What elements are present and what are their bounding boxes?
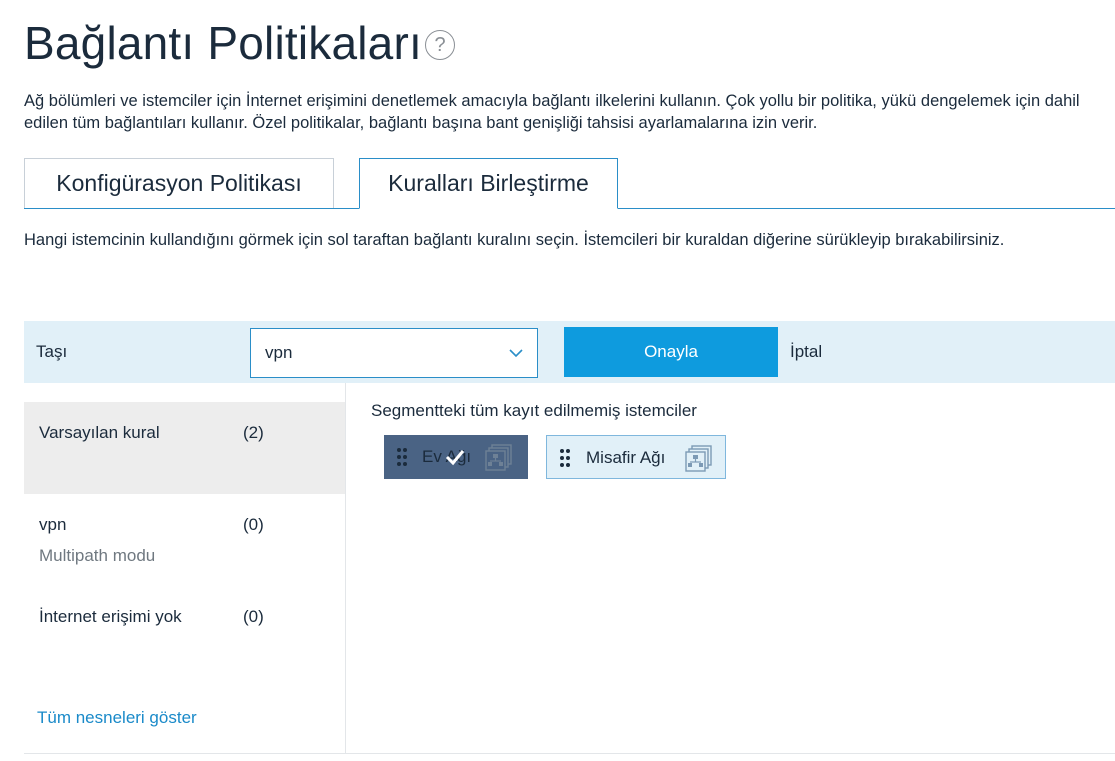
segment-title: Segmentteki tüm kayıt edilmemiş istemcil… bbox=[371, 401, 697, 420]
rule-select-value: vpn bbox=[265, 343, 293, 362]
rule-count: (0) bbox=[243, 515, 264, 534]
rule-count: (2) bbox=[243, 423, 264, 442]
network-icon bbox=[485, 444, 512, 471]
instructions-text: Hangi istemcinin kullandığını görmek içi… bbox=[24, 231, 1005, 249]
page-description: Ağ bölümleri ve istemciler için İnternet… bbox=[24, 92, 1080, 132]
rule-subtitle: Multipath modu bbox=[39, 546, 156, 565]
rule-name: İnternet erişimi yok bbox=[39, 607, 182, 626]
show-all-link[interactable]: Tüm nesneleri göster bbox=[37, 708, 197, 728]
tab-configuration-policy[interactable]: Konfigürasyon Politikası bbox=[24, 158, 334, 208]
network-icon bbox=[685, 445, 712, 472]
bottom-divider bbox=[24, 753, 1115, 754]
rule-item-default[interactable]: Varsayılan kural (2) bbox=[24, 402, 345, 494]
confirm-button[interactable]: Onayla bbox=[564, 327, 778, 377]
rule-select[interactable]: vpn bbox=[250, 328, 538, 378]
rule-item-no-internet[interactable]: İnternet erişimi yok (0) bbox=[24, 586, 345, 678]
question-circle-icon[interactable]: ? bbox=[425, 30, 455, 60]
drag-handle-icon[interactable] bbox=[396, 447, 408, 467]
chevron-down-icon bbox=[509, 349, 523, 358]
client-chip-home-network[interactable]: Ev Ağı bbox=[384, 435, 528, 479]
rule-name: Varsayılan kural bbox=[39, 423, 160, 442]
panel-divider bbox=[345, 383, 346, 753]
tab-merge-rules[interactable]: Kuralları Birleştirme bbox=[359, 158, 618, 209]
client-label: Misafir Ağı bbox=[586, 448, 666, 467]
drag-handle-icon[interactable] bbox=[559, 448, 571, 468]
rule-name: vpn bbox=[39, 515, 67, 534]
client-chip-guest-network[interactable]: Misafir Ağı bbox=[546, 435, 726, 479]
move-label: Taşı bbox=[36, 342, 68, 361]
rule-count: (0) bbox=[243, 607, 264, 626]
cancel-button[interactable]: İptal bbox=[790, 342, 822, 362]
checkmark-icon bbox=[445, 450, 465, 466]
page-title: Bağlantı Politikaları bbox=[24, 17, 422, 69]
rule-item-vpn[interactable]: vpn (0) Multipath modu bbox=[24, 494, 345, 586]
